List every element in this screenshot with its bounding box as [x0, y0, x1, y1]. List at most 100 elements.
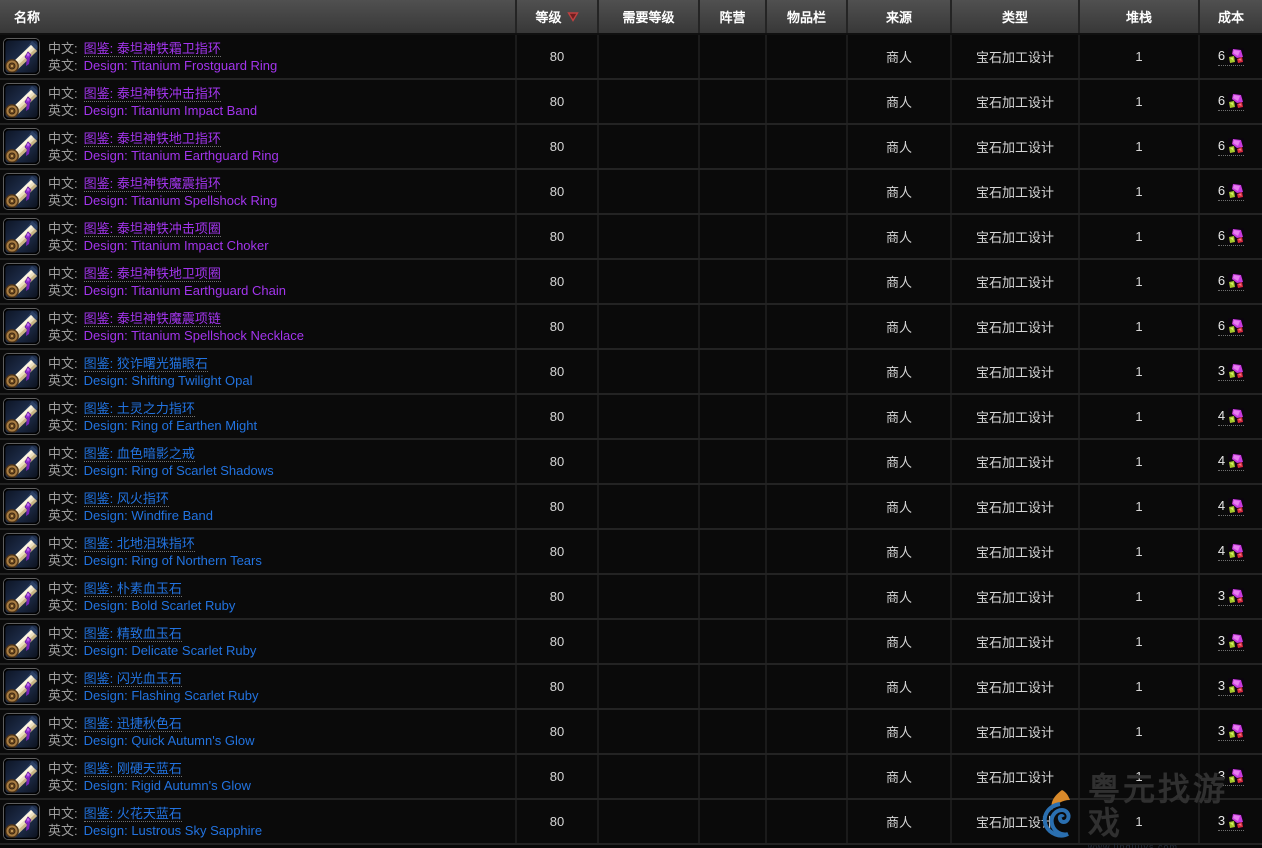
- design-scroll-icon[interactable]: [3, 38, 40, 75]
- item-link-cn[interactable]: 图鉴: 泰坦神铁魔震指环: [84, 176, 221, 192]
- source-cell: 商人: [846, 665, 950, 708]
- item-link-en[interactable]: Design: Titanium Spellshock Ring: [84, 193, 278, 208]
- table-row: 中文:图鉴: 土灵之力指环 英文:Design: Ring of Earthen…: [0, 395, 1262, 440]
- design-scroll-icon[interactable]: [3, 623, 40, 660]
- column-header-slot[interactable]: 物品栏: [765, 0, 846, 33]
- item-link-en[interactable]: Design: Ring of Earthen Might: [84, 418, 257, 433]
- item-link-cn[interactable]: 图鉴: 泰坦神铁魔震项链: [84, 311, 221, 327]
- item-link-en[interactable]: Design: Rigid Autumn's Glow: [84, 778, 251, 793]
- item-link-en[interactable]: Design: Windfire Band: [84, 508, 213, 523]
- cost-link[interactable]: 3: [1218, 723, 1244, 741]
- req-level-cell: [597, 35, 698, 78]
- item-link-cn[interactable]: 图鉴: 精致血玉石: [84, 626, 182, 642]
- item-link-en[interactable]: Design: Flashing Scarlet Ruby: [84, 688, 259, 703]
- item-link-cn[interactable]: 图鉴: 风火指环: [84, 491, 169, 507]
- column-header-faction[interactable]: 阵营: [698, 0, 765, 33]
- design-scroll-icon[interactable]: [3, 578, 40, 615]
- design-scroll-icon[interactable]: [3, 173, 40, 210]
- cost-cell: 6: [1198, 260, 1262, 303]
- item-link-cn[interactable]: 图鉴: 狡诈曙光猫眼石: [84, 356, 208, 372]
- design-scroll-icon[interactable]: [3, 263, 40, 300]
- column-header-source[interactable]: 来源: [846, 0, 950, 33]
- item-link-cn[interactable]: 图鉴: 血色暗影之戒: [84, 446, 195, 462]
- item-link-en[interactable]: Design: Titanium Frostguard Ring: [84, 58, 278, 73]
- cost-link[interactable]: 6: [1218, 318, 1244, 336]
- cost-link[interactable]: 3: [1218, 813, 1244, 831]
- cost-link[interactable]: 6: [1218, 273, 1244, 291]
- name-cell: 中文:图鉴: 闪光血玉石 英文:Design: Flashing Scarlet…: [0, 665, 515, 708]
- item-link-en[interactable]: Design: Delicate Scarlet Ruby: [84, 643, 257, 658]
- table-row: 中文:图鉴: 风火指环 英文:Design: Windfire Band 80 …: [0, 485, 1262, 530]
- item-link-en[interactable]: Design: Titanium Earthguard Chain: [84, 283, 286, 298]
- cost-link[interactable]: 6: [1218, 93, 1244, 111]
- design-scroll-icon[interactable]: [3, 83, 40, 120]
- item-link-cn[interactable]: 图鉴: 泰坦神铁冲击指环: [84, 86, 221, 102]
- cost-link[interactable]: 6: [1218, 228, 1244, 246]
- column-header-level[interactable]: 等级: [515, 0, 597, 33]
- column-header-req-level[interactable]: 需要等级: [597, 0, 698, 33]
- token-gem-icon: [1228, 588, 1244, 604]
- source-cell: 商人: [846, 530, 950, 573]
- design-scroll-icon[interactable]: [3, 218, 40, 255]
- cost-link[interactable]: 4: [1218, 453, 1244, 471]
- column-header-name[interactable]: 名称: [0, 0, 515, 33]
- design-scroll-icon[interactable]: [3, 803, 40, 840]
- cost-link[interactable]: 3: [1218, 678, 1244, 696]
- item-link-cn[interactable]: 图鉴: 泰坦神铁地卫项圈: [84, 266, 221, 282]
- design-scroll-icon[interactable]: [3, 713, 40, 750]
- item-link-en[interactable]: Design: Shifting Twilight Opal: [84, 373, 253, 388]
- item-link-en[interactable]: Design: Quick Autumn's Glow: [84, 733, 255, 748]
- table-row: 中文:图鉴: 火花天蓝石 英文:Design: Lustrous Sky Sap…: [0, 800, 1262, 845]
- en-label: 英文:: [48, 688, 78, 703]
- item-link-cn[interactable]: 图鉴: 刚硬天蓝石: [84, 761, 182, 777]
- cost-link[interactable]: 6: [1218, 48, 1244, 66]
- item-link-cn[interactable]: 图鉴: 闪光血玉石: [84, 671, 182, 687]
- stack-cell: 1: [1078, 215, 1198, 258]
- item-link-cn[interactable]: 图鉴: 火花天蓝石: [84, 806, 182, 822]
- design-scroll-icon[interactable]: [3, 128, 40, 165]
- item-link-cn[interactable]: 图鉴: 北地泪珠指环: [84, 536, 195, 552]
- column-header-stack[interactable]: 堆栈: [1078, 0, 1198, 33]
- en-label: 英文:: [48, 238, 78, 253]
- item-link-cn[interactable]: 图鉴: 泰坦神铁地卫指环: [84, 131, 221, 147]
- design-scroll-icon[interactable]: [3, 488, 40, 525]
- cost-link[interactable]: 3: [1218, 588, 1244, 606]
- design-scroll-icon[interactable]: [3, 398, 40, 435]
- item-link-en[interactable]: Design: Ring of Scarlet Shadows: [84, 463, 274, 478]
- design-scroll-icon[interactable]: [3, 353, 40, 390]
- item-link-en[interactable]: Design: Titanium Impact Band: [84, 103, 257, 118]
- req-level-cell: [597, 440, 698, 483]
- column-header-type[interactable]: 类型: [950, 0, 1078, 33]
- cost-link[interactable]: 3: [1218, 363, 1244, 381]
- req-level-cell: [597, 260, 698, 303]
- design-scroll-icon[interactable]: [3, 668, 40, 705]
- cost-link[interactable]: 6: [1218, 138, 1244, 156]
- cost-link[interactable]: 4: [1218, 498, 1244, 516]
- column-header-cost[interactable]: 成本: [1198, 0, 1262, 33]
- item-link-cn[interactable]: 图鉴: 朴素血玉石: [84, 581, 182, 597]
- item-link-en[interactable]: Design: Lustrous Sky Sapphire: [84, 823, 262, 838]
- item-link-en[interactable]: Design: Ring of Northern Tears: [84, 553, 262, 568]
- cost-cell: 6: [1198, 170, 1262, 213]
- design-scroll-icon[interactable]: [3, 443, 40, 480]
- item-link-cn[interactable]: 图鉴: 泰坦神铁霜卫指环: [84, 41, 221, 57]
- item-link-cn[interactable]: 图鉴: 迅捷秋色石: [84, 716, 182, 732]
- item-link-cn[interactable]: 图鉴: 泰坦神铁冲击项圈: [84, 221, 221, 237]
- cost-link[interactable]: 6: [1218, 183, 1244, 201]
- cost-link[interactable]: 4: [1218, 408, 1244, 426]
- cost-link[interactable]: 4: [1218, 543, 1244, 561]
- cn-label: 中文:: [48, 536, 78, 551]
- cost-link[interactable]: 3: [1218, 633, 1244, 651]
- cn-label: 中文:: [48, 716, 78, 731]
- item-link-en[interactable]: Design: Titanium Spellshock Necklace: [84, 328, 304, 343]
- design-scroll-icon[interactable]: [3, 308, 40, 345]
- cn-label: 中文:: [48, 806, 78, 821]
- item-link-cn[interactable]: 图鉴: 土灵之力指环: [84, 401, 195, 417]
- source-cell: 商人: [846, 350, 950, 393]
- item-link-en[interactable]: Design: Bold Scarlet Ruby: [84, 598, 236, 613]
- item-link-en[interactable]: Design: Titanium Impact Choker: [84, 238, 269, 253]
- cost-link[interactable]: 3: [1218, 768, 1244, 786]
- item-link-en[interactable]: Design: Titanium Earthguard Ring: [84, 148, 279, 163]
- design-scroll-icon[interactable]: [3, 758, 40, 795]
- design-scroll-icon[interactable]: [3, 533, 40, 570]
